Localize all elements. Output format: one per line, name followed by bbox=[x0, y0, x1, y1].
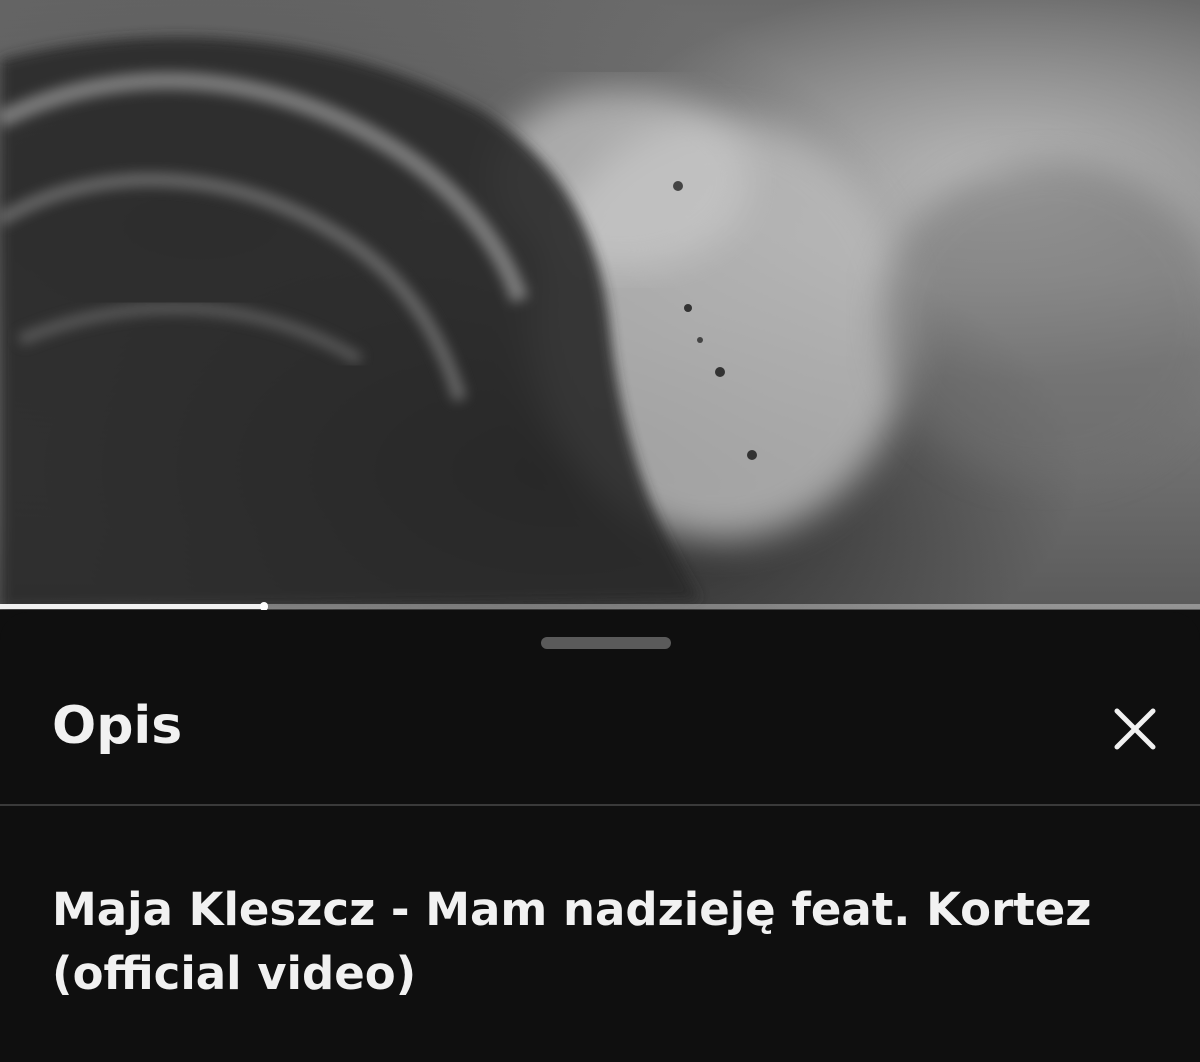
video-frame bbox=[0, 37, 1200, 610]
progress-fill bbox=[0, 604, 264, 609]
drag-handle[interactable] bbox=[541, 637, 671, 649]
video-title: Maja Kleszcz - Mam nadzieję feat. Kortez… bbox=[52, 883, 1092, 1000]
progress-bar[interactable] bbox=[0, 602, 1200, 610]
close-icon bbox=[1114, 708, 1156, 750]
sheet-title: Opis bbox=[52, 696, 183, 756]
description-sheet: Opis Maja Kleszcz - Mam nadzieję feat. K… bbox=[0, 612, 1200, 1062]
video-player[interactable] bbox=[0, 0, 1200, 610]
progress-handle[interactable] bbox=[260, 602, 268, 610]
divider bbox=[0, 804, 1200, 806]
close-button[interactable] bbox=[1102, 696, 1168, 762]
